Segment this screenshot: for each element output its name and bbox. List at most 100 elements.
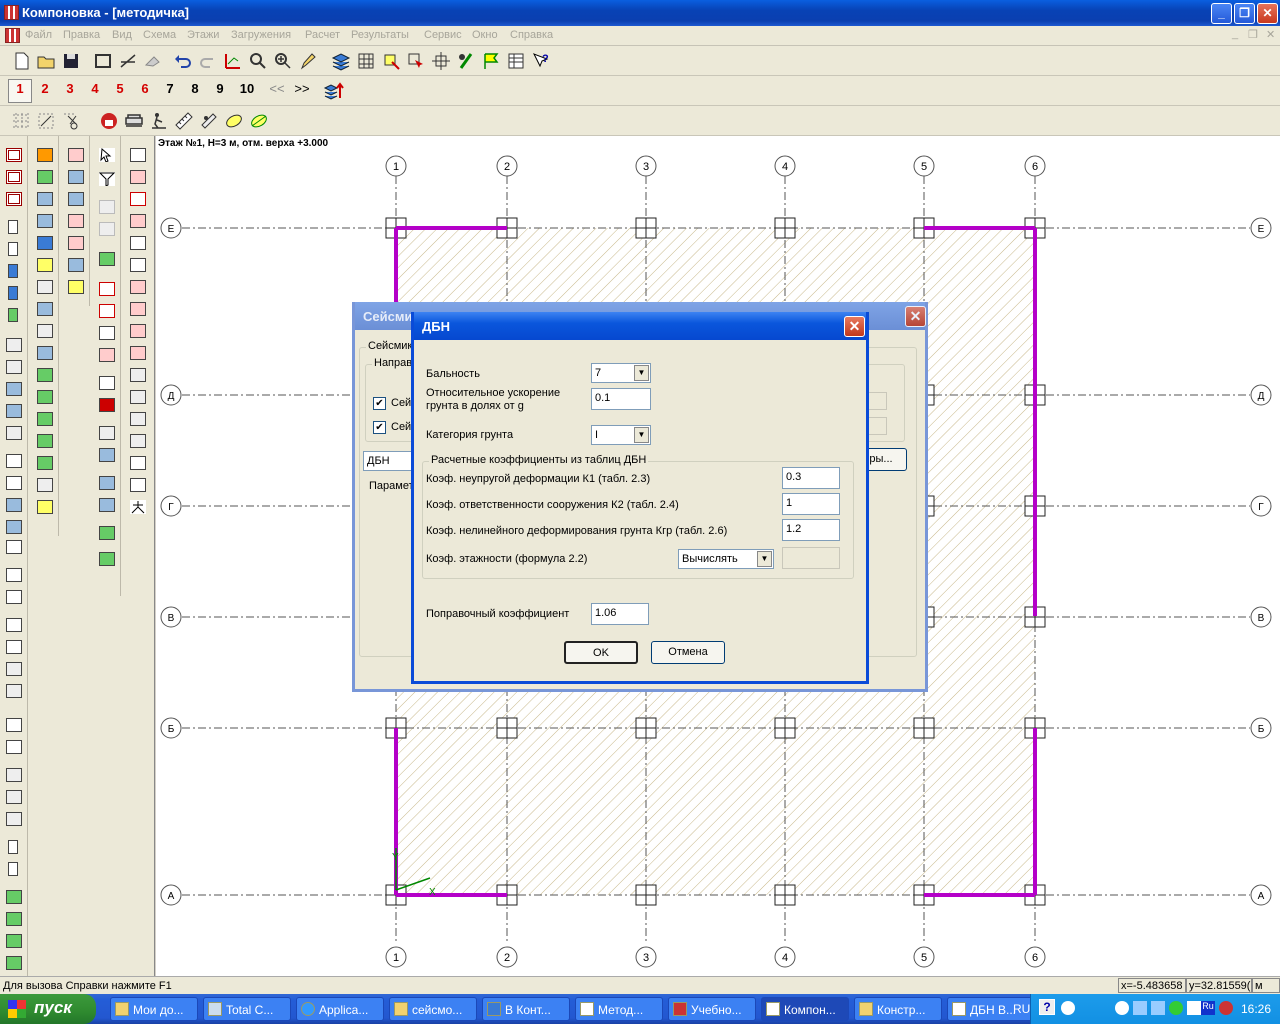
chevron-down-icon[interactable]: ▼ <box>634 365 649 381</box>
arrow-box-icon[interactable] <box>130 324 146 338</box>
plate-icon[interactable] <box>6 454 22 468</box>
arrows-down-icon[interactable] <box>99 498 115 512</box>
node-roof-icon[interactable] <box>37 456 53 470</box>
node-link-icon[interactable] <box>37 170 53 184</box>
table-icon[interactable] <box>505 50 527 72</box>
menu-window[interactable]: Окно <box>472 29 498 41</box>
stair-icon[interactable] <box>6 768 22 782</box>
plate-n-icon[interactable] <box>6 476 22 490</box>
wall-erase-icon[interactable] <box>6 426 22 440</box>
pair-box-alt-icon[interactable] <box>99 552 115 566</box>
menu-scheme[interactable]: Схема <box>143 29 176 41</box>
floor-5-button[interactable]: 5 <box>109 81 131 96</box>
floor-prev-button[interactable]: << <box>266 81 288 96</box>
chevron-down-icon[interactable]: ▼ <box>634 427 649 443</box>
u-column-icon[interactable] <box>130 456 146 470</box>
pointer-icon[interactable] <box>99 147 115 163</box>
opening-n-icon[interactable] <box>6 640 22 654</box>
arrow-down-icon[interactable] <box>99 476 115 490</box>
lock-icon[interactable] <box>98 110 120 132</box>
redo-icon[interactable] <box>197 50 219 72</box>
new-file-icon[interactable] <box>10 50 32 72</box>
maximize-button[interactable]: ❐ <box>1234 3 1255 24</box>
menu-file[interactable]: Файл <box>25 29 52 41</box>
rect-white-icon[interactable] <box>99 326 115 340</box>
support-erase-icon[interactable] <box>6 956 22 970</box>
stairs-alt-icon[interactable] <box>130 390 146 404</box>
node-copy-icon[interactable] <box>37 346 53 360</box>
seismic-y-checkbox[interactable]: ✔ <box>373 421 386 434</box>
opening-icon[interactable] <box>6 618 22 632</box>
stairs-box-icon[interactable] <box>130 434 146 448</box>
floor-9-button[interactable]: 9 <box>209 81 231 96</box>
wall-icon[interactable] <box>6 338 22 352</box>
task-komponovka[interactable]: Компон... <box>761 997 849 1021</box>
node-grid-icon[interactable] <box>37 478 53 492</box>
node-drop-icon[interactable] <box>37 390 53 404</box>
mdi-minimize-button[interactable]: _ <box>1232 28 1238 40</box>
zoom-icon[interactable] <box>247 50 269 72</box>
rect-icon[interactable] <box>6 568 22 582</box>
task-konstr[interactable]: Констр... <box>854 997 942 1021</box>
task-my-docs[interactable]: Мои до... <box>110 997 198 1021</box>
floor-2-button[interactable]: 2 <box>34 81 56 96</box>
pile-icon[interactable] <box>8 840 18 854</box>
stairs-icon[interactable] <box>130 368 146 382</box>
section-line-icon[interactable] <box>130 192 146 206</box>
menu-service[interactable]: Сервис <box>424 29 462 41</box>
scissors-alt-icon[interactable] <box>130 236 146 250</box>
floor-7-button[interactable]: 7 <box>159 81 181 96</box>
bed-icon[interactable] <box>123 110 145 132</box>
list-blue-alt-icon[interactable] <box>68 192 84 206</box>
node-slope-icon[interactable] <box>37 192 53 206</box>
plate-down-icon[interactable] <box>6 498 22 512</box>
language-indicator[interactable]: RU <box>1013 1002 1030 1016</box>
move-node-icon[interactable] <box>430 50 452 72</box>
floor-6-button[interactable]: 6 <box>134 81 156 96</box>
rect-red-icon[interactable] <box>99 282 115 296</box>
kgr-input[interactable]: 1.2 <box>782 519 840 541</box>
close-button[interactable]: ✕ <box>1257 3 1278 24</box>
grid-icon[interactable] <box>355 50 377 72</box>
floor-10-button[interactable]: 10 <box>235 81 259 96</box>
support-icon[interactable] <box>6 890 22 904</box>
floor-3-button[interactable]: 3 <box>59 81 81 96</box>
column-n-down-icon[interactable] <box>8 286 18 300</box>
mdi-restore-button[interactable]: ❐ <box>1248 28 1258 41</box>
node-edit-icon[interactable] <box>37 302 53 316</box>
stair-n-icon[interactable] <box>6 790 22 804</box>
task-applica[interactable]: Applica... <box>296 997 384 1021</box>
tray-ru-icon[interactable]: Ru <box>1201 1001 1215 1015</box>
stair-erase-icon[interactable] <box>6 812 22 826</box>
filter-icon[interactable] <box>98 172 116 187</box>
beam-alt-icon[interactable] <box>6 170 22 184</box>
node-box-icon[interactable] <box>37 214 53 228</box>
seismic-x-checkbox[interactable]: ✔ <box>373 397 386 410</box>
open-folder-icon[interactable] <box>35 50 57 72</box>
list-red-alt-icon[interactable] <box>68 214 84 228</box>
layers-icon[interactable] <box>330 50 352 72</box>
node-arrow-icon[interactable] <box>37 368 53 382</box>
column-n-icon[interactable] <box>8 242 18 256</box>
lintel-icon[interactable] <box>6 718 22 732</box>
mdi-close-button[interactable]: ✕ <box>1266 28 1275 41</box>
pile-n-icon[interactable] <box>8 862 18 876</box>
ok-button[interactable]: OK <box>564 641 638 664</box>
frame-red-icon[interactable] <box>99 398 115 412</box>
menu-help[interactable]: Справка <box>510 29 553 41</box>
opening-n-erase-icon[interactable] <box>6 684 22 698</box>
corner-icon[interactable] <box>130 280 146 294</box>
list-yellow-icon[interactable] <box>68 280 84 294</box>
node-select-icon[interactable] <box>380 50 402 72</box>
seismic-close-button[interactable]: ✕ <box>905 306 926 327</box>
pointer-disabled-alt-icon[interactable] <box>99 222 115 236</box>
floor-8-button[interactable]: 8 <box>184 81 206 96</box>
lintel-n-icon[interactable] <box>6 740 22 754</box>
pencil-icon[interactable] <box>297 50 319 72</box>
leaf-alt-icon[interactable] <box>248 110 270 132</box>
plus-box-icon[interactable] <box>130 302 146 316</box>
node-at-icon[interactable] <box>37 148 53 162</box>
scissors-icon[interactable] <box>60 110 82 132</box>
column-down-icon[interactable] <box>8 264 18 278</box>
frame-grid-icon[interactable] <box>99 376 115 390</box>
